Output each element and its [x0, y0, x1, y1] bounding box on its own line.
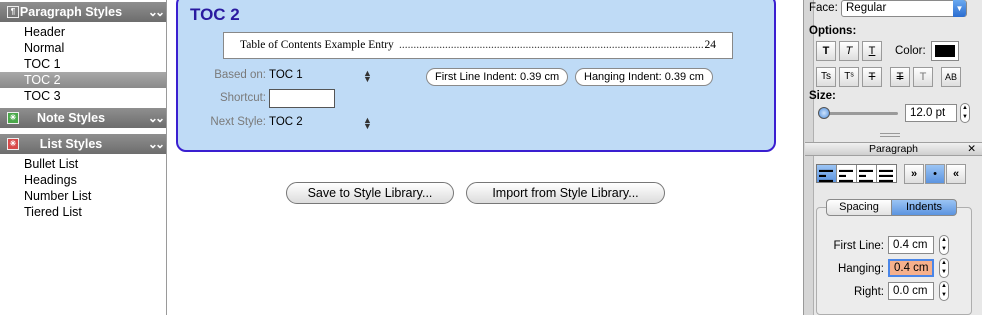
underline-button[interactable]: T — [862, 41, 882, 61]
size-slider-track[interactable] — [818, 112, 898, 115]
note-styles-title: Note Styles — [36, 111, 106, 125]
paragraph-palette-header: Paragraph ✕ — [805, 142, 982, 156]
chevron-down-icon: ▼ — [953, 0, 966, 17]
indent-decrease-button[interactable]: » — [904, 164, 924, 184]
options-label: Options: — [809, 25, 857, 37]
style-item[interactable]: TOC 2 — [0, 72, 166, 88]
paragraph-palette-title: Paragraph — [868, 143, 919, 155]
main-area: TOC 2 Table of Contents Example Entry ..… — [167, 0, 803, 315]
based-on-label: Based on: — [214, 69, 266, 81]
collapse-chevron-icon[interactable]: ⌄⌄ — [148, 134, 165, 154]
shortcut-label: Shortcut: — [219, 92, 266, 104]
style-title: TOC 2 — [190, 5, 240, 24]
paragraph-styles-header[interactable]: ¶ Paragraph Styles ⌄⌄ — [0, 2, 166, 22]
tab-indents[interactable]: Indents — [891, 199, 957, 216]
right-indent-field[interactable]: 0.0 cm — [888, 282, 934, 300]
preview-entry-text: Table of Contents Example Entry — [240, 39, 394, 51]
hanging-field[interactable]: 0.4 cm — [888, 259, 934, 277]
preview-leader-dots: ........................................… — [399, 39, 704, 51]
text-color-well[interactable] — [931, 41, 959, 61]
next-style-label: Next Style: — [210, 116, 266, 128]
note-styles-header[interactable]: ✳ Note Styles ⌄⌄ — [0, 108, 166, 128]
list-styles-title: List Styles — [39, 137, 103, 151]
inspector-scrollbar[interactable] — [804, 0, 814, 315]
based-on-select[interactable]: TOC 1 — [269, 69, 303, 81]
import-from-library-button[interactable]: Import from Style Library... — [466, 182, 665, 204]
small-caps-button[interactable]: AB — [941, 67, 961, 87]
face-label: Face: — [809, 2, 838, 14]
text-color-chip — [935, 45, 955, 57]
bold-button[interactable]: T — [816, 41, 836, 61]
shadow-button[interactable]: T — [913, 67, 933, 87]
align-right-icon[interactable]: ▬▬ ▬ ▬▬ — [857, 165, 877, 184]
italic-button[interactable]: T — [839, 41, 859, 61]
based-on-arrows-icon[interactable]: ▲ ▼ — [363, 69, 372, 84]
format-inspector: Face: Regular ▼ Options: T T T Color: Ts… — [803, 0, 982, 315]
font-size-field[interactable]: 12.0 pt — [905, 104, 957, 122]
size-label: Size: — [809, 90, 836, 102]
style-editor-panel: TOC 2 Table of Contents Example Entry ..… — [176, 0, 776, 152]
subscript-button[interactable]: Ts — [816, 67, 836, 87]
save-to-library-button[interactable]: Save to Style Library... — [286, 182, 454, 204]
first-line-label: First Line: — [833, 240, 885, 252]
list-style-item[interactable]: Tiered List — [0, 204, 166, 220]
hanging-label: Hanging: — [837, 263, 884, 275]
strikethrough-button[interactable]: T — [862, 67, 882, 87]
paragraph-styles-title: Paragraph Styles — [19, 5, 123, 19]
style-item[interactable]: TOC 3 — [0, 88, 166, 104]
alignment-control: ▬▬ ▬ ▬▬ ▬▬ ▬ ▬▬ ▬▬ ▬ ▬▬ ▬▬ ▬▬ ▬▬ — [816, 164, 897, 184]
list-style-item[interactable]: Bullet List — [0, 156, 166, 172]
styles-sidebar: ¶ Paragraph Styles ⌄⌄ ✳ Note Styles ⌄⌄ ✳… — [0, 0, 167, 315]
collapse-chevron-icon[interactable]: ⌄⌄ — [148, 108, 165, 128]
collapse-chevron-icon[interactable]: ⌄⌄ — [148, 2, 165, 22]
style-preview: Table of Contents Example Entry ........… — [223, 32, 733, 59]
list-style-item[interactable]: Headings — [0, 172, 166, 188]
align-justify-icon[interactable]: ▬▬ ▬▬ ▬▬ — [877, 165, 896, 184]
indent-increase-button[interactable]: « — [946, 164, 966, 184]
first-line-indent-badge: First Line Indent: 0.39 cm — [426, 68, 569, 86]
style-item[interactable]: TOC 1 — [0, 56, 166, 72]
list-styles-header[interactable]: ✳ List Styles ⌄⌄ — [0, 134, 166, 154]
face-value: Regular — [846, 2, 887, 14]
next-style-arrows-icon[interactable]: ▲ ▼ — [363, 116, 372, 131]
hanging-stepper[interactable]: ▲ ▼ — [939, 258, 949, 278]
superscript-button[interactable]: Tˢ — [839, 67, 859, 87]
tab-spacing[interactable]: Spacing — [826, 199, 892, 216]
color-label: Color: — [895, 45, 926, 57]
right-indent-label: Right: — [853, 286, 884, 298]
hanging-indent-badge: Hanging Indent: 0.39 cm — [575, 68, 713, 86]
size-slider-thumb[interactable] — [818, 107, 830, 119]
right-indent-stepper[interactable]: ▲ ▼ — [939, 281, 949, 301]
resize-grip[interactable] — [880, 133, 900, 137]
first-line-stepper[interactable]: ▲ ▼ — [939, 235, 949, 255]
bullet-button[interactable]: • — [925, 164, 945, 184]
shortcut-field[interactable] — [269, 89, 335, 108]
close-icon[interactable]: ✕ — [967, 143, 976, 156]
next-style-select[interactable]: TOC 2 — [269, 116, 303, 128]
align-center-icon[interactable]: ▬▬ ▬ ▬▬ — [837, 165, 857, 184]
style-item[interactable]: Normal — [0, 40, 166, 56]
preview-page-number: 24 — [704, 39, 717, 51]
face-select[interactable]: Regular ▼ — [841, 0, 967, 17]
double-strikethrough-button[interactable]: T — [890, 67, 910, 87]
align-left-icon[interactable]: ▬▬ ▬ ▬▬ — [817, 165, 837, 184]
first-line-field[interactable]: 0.4 cm — [888, 236, 934, 254]
list-style-item[interactable]: Number List — [0, 188, 166, 204]
font-size-stepper[interactable]: ▲ ▼ — [960, 103, 970, 123]
style-item[interactable]: Header — [0, 24, 166, 40]
